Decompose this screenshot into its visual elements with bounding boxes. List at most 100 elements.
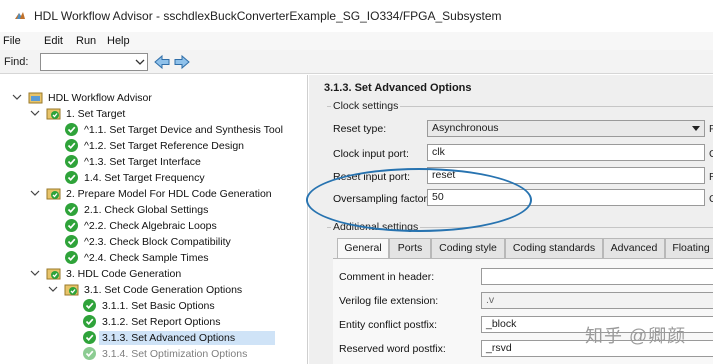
general-tab-content: Comment in header: Verilog file extensio… [333, 258, 713, 364]
tree-item-2-4[interactable]: ^2.4. Check Sample Times [0, 250, 307, 266]
watermark-text: 知乎 @卿颜 [585, 326, 687, 346]
reserved-word-postfix-label: Reserved word postfix: [339, 343, 446, 355]
tree-item-3-1[interactable]: 3.1. Set Code Generation Options [0, 282, 307, 298]
tree-item-label: ^2.3. Check Block Compatibility [84, 236, 231, 248]
chevron-down-icon[interactable] [135, 57, 145, 67]
tab-floating[interactable]: Floating [665, 238, 713, 258]
passed-icon [65, 155, 78, 168]
arrow-right-icon[interactable] [173, 53, 191, 71]
tab-ports[interactable]: Ports [389, 238, 431, 258]
chevron-down-icon[interactable] [30, 188, 40, 198]
tree-item-label: 3.1.1. Set Basic Options [102, 300, 215, 312]
tab-coding-style[interactable]: Coding style [431, 238, 505, 258]
reset-type-dropdown[interactable]: Asynchronous [427, 120, 705, 137]
menu-file[interactable]: File [3, 35, 21, 47]
menu-edit[interactable]: Edit [44, 35, 63, 47]
reserved-postfix-value: _rsvd [486, 342, 512, 354]
tree-item-1-3[interactable]: ^1.3. Set Target Interface [0, 154, 307, 170]
tree-item-label: ^2.4. Check Sample Times [84, 252, 209, 264]
chevron-down-icon[interactable] [30, 268, 40, 278]
menu-bar: File Edit Run Help [0, 32, 713, 50]
find-label: Find: [4, 56, 29, 68]
tree-item-1-1[interactable]: ^1.1. Set Target Device and Synthesis To… [0, 122, 307, 138]
tree-item-3-1-1[interactable]: 3.1.1. Set Basic Options [0, 298, 307, 314]
find-combobox[interactable] [40, 53, 148, 71]
passed-icon [83, 299, 96, 312]
dropdown-arrow-icon [692, 126, 700, 131]
tab-coding-standards[interactable]: Coding standards [505, 238, 603, 258]
tree-item-label: 3.1. Set Code Generation Options [84, 284, 243, 296]
passed-icon [83, 331, 96, 344]
truncated-label: C [709, 193, 713, 205]
tab-label: General [344, 242, 382, 254]
tree-item-label: 3.1.2. Set Report Options [102, 316, 221, 328]
tree-item-3-1-3[interactable]: 3.1.3. Set Advanced Options [0, 330, 307, 346]
tree-item-label: 1. Set Target [66, 108, 126, 120]
reset-input-port-field[interactable]: reset [427, 167, 705, 184]
window-title: HDL Workflow Advisor - sschdlexBuckConve… [34, 9, 502, 23]
comment-in-header-label: Comment in header: [339, 271, 435, 283]
truncated-label: R [709, 171, 713, 183]
tab-label: Advanced [610, 242, 658, 254]
menu-help[interactable]: Help [107, 35, 130, 47]
arrow-left-icon[interactable] [153, 53, 171, 71]
passed-icon [65, 219, 78, 232]
settings-tabs: General Ports Coding style Coding standa… [333, 238, 713, 259]
tree-item-label: ^1.1. Set Target Device and Synthesis To… [84, 124, 283, 136]
workflow-tree: HDL Workflow Advisor 1. Set Target ^1.1.… [0, 75, 308, 364]
tab-advanced[interactable]: Advanced [603, 238, 665, 258]
find-bar: Find: [0, 50, 713, 74]
verilog-extension-field[interactable]: .v [481, 292, 713, 309]
tree-item-2-1[interactable]: 2.1. Check Global Settings [0, 202, 307, 218]
folder-check-icon [46, 268, 61, 280]
tree-item-label: ^2.2. Check Algebraic Loops [84, 220, 217, 232]
panel-title: 3.1.3. Set Advanced Options [324, 82, 472, 94]
tree-item-label: 1.4. Set Target Frequency [84, 172, 205, 184]
menu-run[interactable]: Run [76, 35, 96, 47]
clock-input-port-field[interactable]: clk [427, 144, 705, 161]
entity-conflict-postfix-label: Entity conflict postfix: [339, 319, 438, 331]
clock-input-port-label: Clock input port: [333, 148, 409, 160]
tree-item-3-1-2[interactable]: 3.1.2. Set Report Options [0, 314, 307, 330]
passed-icon [65, 251, 78, 264]
reset-type-value: Asynchronous [432, 122, 499, 134]
passed-icon [83, 347, 96, 360]
additional-settings-label: Additional settings [331, 221, 421, 233]
passed-icon [65, 123, 78, 136]
find-input[interactable] [41, 54, 133, 70]
chevron-down-icon[interactable] [30, 108, 40, 118]
chevron-down-icon[interactable] [12, 92, 22, 102]
entity-postfix-value: _block [486, 318, 517, 330]
tree-item-1-4[interactable]: 1.4. Set Target Frequency [0, 170, 307, 186]
title-bar: HDL Workflow Advisor - sschdlexBuckConve… [0, 0, 713, 30]
tree-item-label: 2.1. Check Global Settings [84, 204, 209, 216]
tree-item-prepare-model[interactable]: 2. Prepare Model For HDL Code Generation [0, 186, 307, 202]
chevron-down-icon[interactable] [48, 284, 58, 294]
tab-label: Floating [672, 242, 710, 254]
reset-input-port-value: reset [432, 169, 456, 181]
tab-label: Coding standards [512, 242, 596, 254]
passed-icon [65, 235, 78, 248]
folder-check-icon [64, 284, 79, 296]
tree-item-label: 3.1.3. Set Advanced Options [99, 331, 275, 345]
folder-check-icon [46, 108, 61, 120]
tree-item-hdl-workflow-advisor[interactable]: HDL Workflow Advisor [0, 90, 307, 106]
truncated-label: C [709, 148, 713, 160]
comment-in-header-field[interactable] [481, 268, 713, 285]
folder-icon [28, 92, 43, 104]
matlab-icon [15, 12, 25, 19]
tree-item-2-3[interactable]: ^2.3. Check Block Compatibility [0, 234, 307, 250]
tree-item-hdl-code-generation[interactable]: 3. HDL Code Generation [0, 266, 307, 282]
tree-item-1-2[interactable]: ^1.2. Set Target Reference Design [0, 138, 307, 154]
verilog-extension-label: Verilog file extension: [339, 295, 439, 307]
reset-type-label: Reset type: [333, 123, 387, 135]
tree-item-set-target[interactable]: 1. Set Target [0, 106, 307, 122]
tab-general[interactable]: General [337, 238, 389, 259]
truncated-label: F [709, 123, 713, 135]
passed-icon [65, 203, 78, 216]
tree-item-2-2[interactable]: ^2.2. Check Algebraic Loops [0, 218, 307, 234]
tree-item-3-1-4[interactable]: 3.1.4. Set Optimization Options [0, 346, 307, 362]
options-panel: 3.1.3. Set Advanced Options Clock settin… [309, 75, 713, 364]
oversampling-factor-field[interactable]: 50 [427, 189, 705, 206]
passed-icon [83, 315, 96, 328]
